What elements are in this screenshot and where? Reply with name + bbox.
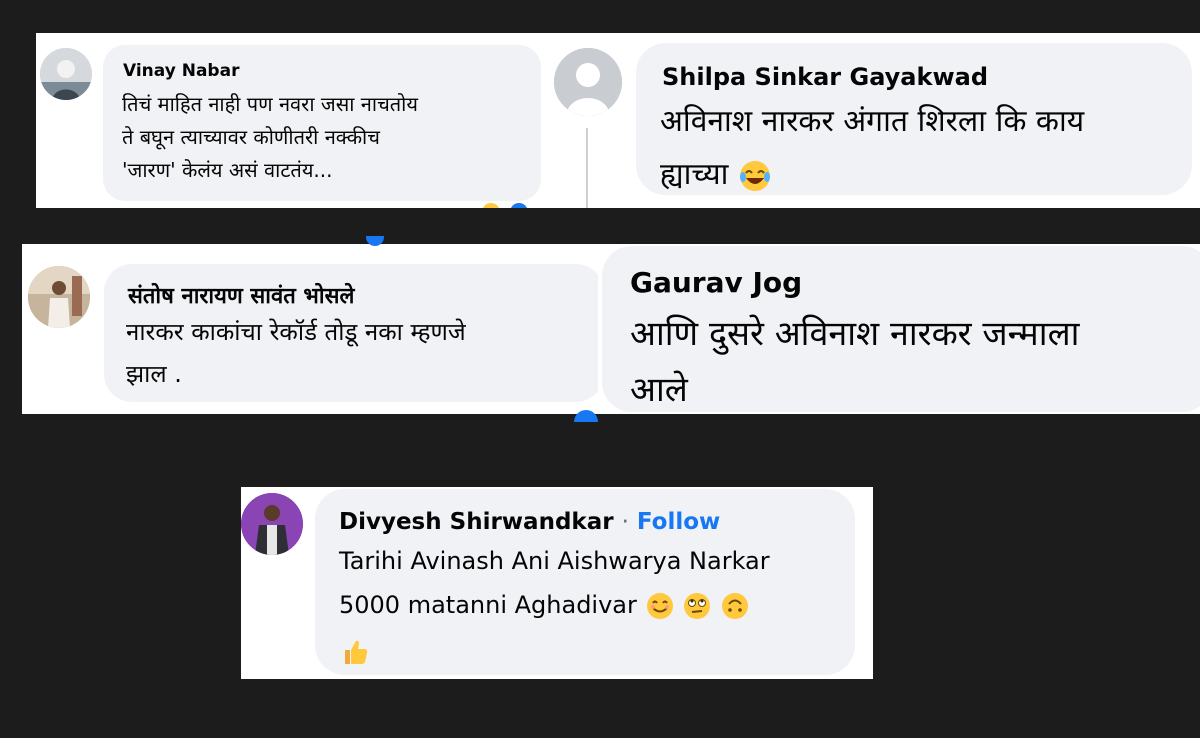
comment-panel-gaurav: Gaurav Jog आणि दुसरे अविनाश नारकर जन्माल…: [598, 244, 1200, 414]
person-photo-icon: [241, 493, 303, 555]
commenter-name[interactable]: Gaurav Jog: [630, 266, 802, 299]
avatar[interactable]: [554, 48, 622, 116]
comment-text: Tarihi Avinash Ani Aishwarya Narkar 5000…: [339, 539, 770, 673]
person-photo-icon: [28, 266, 90, 328]
comment-text: आणि दुसरे अविनाश नारकर जन्माला आले: [630, 306, 1079, 414]
laughing-with-tears-emoji-icon: [739, 160, 770, 191]
comment-panel-divyesh: Divyesh Shirwandkar · Follow Tarihi Avin…: [241, 487, 873, 679]
comment-text: अविनाश नारकर अंगात शिरला कि काय ह्याच्या: [660, 95, 1084, 201]
commenter-name[interactable]: संतोष नारायण सावंत भोसले: [128, 280, 354, 310]
thread-connector-line: [586, 128, 588, 208]
comment-line: अविनाश नारकर अंगात शिरला कि काय: [660, 104, 1085, 139]
avatar[interactable]: [28, 266, 90, 328]
commenter-name[interactable]: Shilpa Sinkar Gayakwad: [662, 63, 988, 91]
commenter-name: Divyesh Shirwandkar · Follow: [339, 509, 720, 535]
avatar[interactable]: [241, 493, 303, 555]
reaction-badge[interactable]: [510, 203, 528, 208]
comment-line: नारकर काकांचा रेकॉर्ड तोडू नका म्हणजे: [126, 318, 466, 346]
follow-button[interactable]: Follow: [637, 509, 720, 535]
comment-line: 5000 matanni Aghadivar: [339, 583, 770, 627]
comment-line: आणि दुसरे अविनाश नारकर जन्माला: [630, 314, 1080, 354]
commenter-name[interactable]: Vinay Nabar: [123, 61, 239, 81]
comment-line: ह्याच्या: [660, 148, 1084, 201]
comment-line: झाल .: [126, 360, 182, 388]
comment-line: आले: [630, 370, 688, 410]
comment-line: तिचं माहित नाही पण नवरा जसा नाचतोय: [122, 92, 418, 116]
eye-roll-emoji-icon: [684, 593, 711, 619]
upside-down-face-emoji-icon: [721, 593, 748, 619]
name-separator: ·: [621, 509, 629, 535]
thumbs-up-emoji-icon: [345, 640, 368, 664]
default-avatar-icon: [554, 48, 622, 116]
comment-panel-vinay: Vinay Nabar तिचं माहित नाही पण नवरा जसा …: [36, 33, 558, 208]
comment-text: तिचं माहित नाही पण नवरा जसा नाचतोय ते बघ…: [122, 88, 418, 187]
comment-line: Tarihi Avinash Ani Aishwarya Narkar: [339, 547, 770, 575]
comment-line: [339, 629, 770, 673]
person-photo-icon: [40, 48, 92, 100]
commenter-name-text[interactable]: Divyesh Shirwandkar: [339, 509, 614, 535]
comment-panel-shilpa: Shilpa Sinkar Gayakwad अविनाश नारकर अंगा…: [550, 33, 1200, 208]
comment-line: ते बघून त्याच्यावर कोणीतरी नक्कीच: [122, 125, 380, 149]
smiling-emoji-icon: [646, 593, 673, 619]
comment-line: 'जारण' केलंय असं वाटतंय...: [122, 158, 333, 182]
reaction-badge[interactable]: [482, 203, 500, 208]
avatar[interactable]: [40, 48, 92, 100]
comment-panel-santosh: संतोष नारायण सावंत भोसले नारकर काकांचा र…: [22, 244, 606, 414]
comment-line-text: 5000 matanni Aghadivar: [339, 591, 637, 619]
comment-line-text: ह्याच्या: [660, 157, 729, 192]
comment-text: नारकर काकांचा रेकॉर्ड तोडू नका म्हणजे झा…: [126, 311, 466, 395]
